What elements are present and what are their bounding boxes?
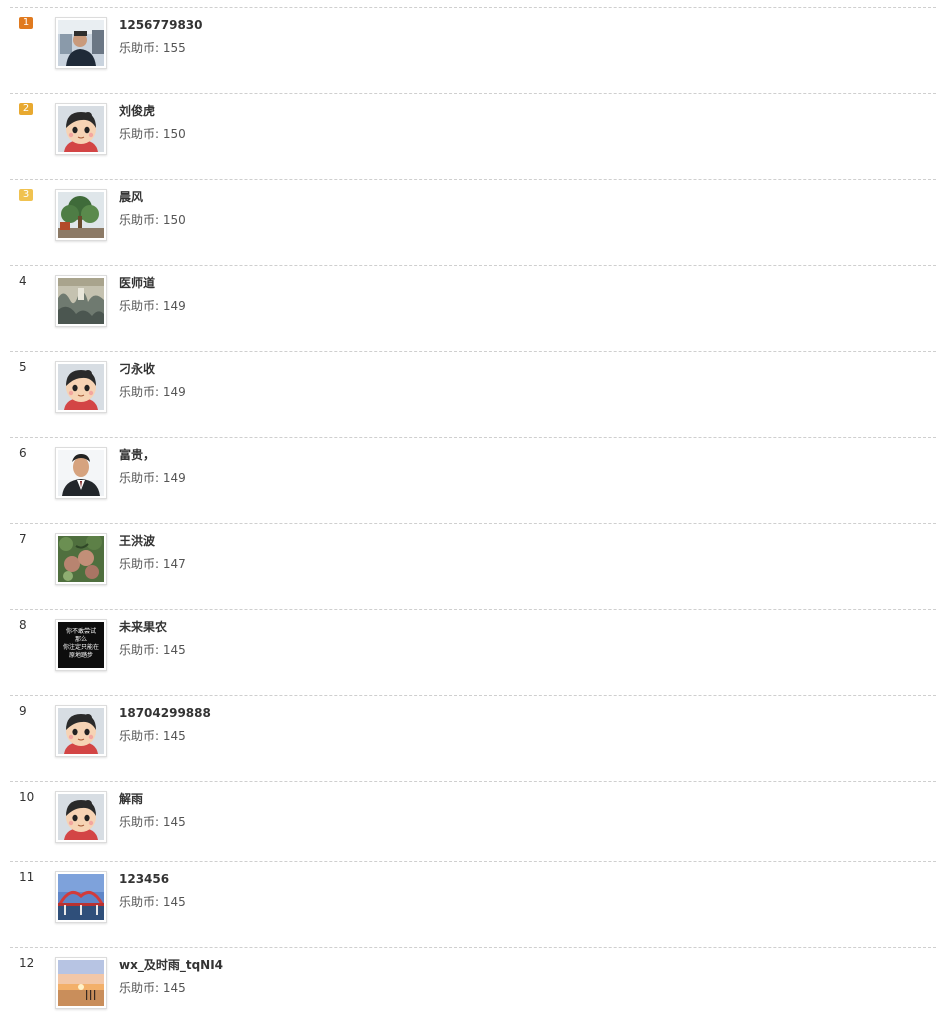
coins-value: 乐助币: 155 bbox=[119, 41, 186, 55]
rank-number: 8 bbox=[19, 618, 27, 632]
coins-value: 乐助币: 145 bbox=[119, 729, 186, 743]
avatar-photo-man-car-icon[interactable] bbox=[55, 17, 107, 69]
user-name[interactable]: 刘俊虎 bbox=[119, 103, 155, 119]
list-item: 12 wx_及时雨_tqNI4 乐助币: 145 bbox=[10, 947, 936, 1009]
avatar-landscape-painting-icon[interactable] bbox=[55, 275, 107, 327]
user-name[interactable]: 解雨 bbox=[119, 791, 143, 807]
coins-value: 乐助币: 145 bbox=[119, 815, 186, 829]
user-name[interactable]: 1256779830 bbox=[119, 17, 203, 33]
coins-value: 乐助币: 150 bbox=[119, 213, 186, 227]
coins-value: 乐助币: 149 bbox=[119, 385, 186, 399]
user-name[interactable]: 王洪波 bbox=[119, 533, 155, 549]
avatar-default-cartoon-icon[interactable] bbox=[55, 791, 107, 843]
list-item: 5 刁永收 乐助币: 149 bbox=[10, 351, 936, 413]
user-name[interactable]: 晨风 bbox=[119, 189, 143, 205]
list-item: 10 解雨 乐助币: 145 bbox=[10, 781, 936, 843]
coins-value: 乐助币: 149 bbox=[119, 471, 186, 485]
avatar-photo-tree-icon[interactable] bbox=[55, 189, 107, 241]
rank-badge-gold: 1 bbox=[19, 17, 33, 29]
svg-text:原地踏步: 原地踏步 bbox=[69, 651, 93, 659]
avatar-default-cartoon-icon[interactable] bbox=[55, 103, 107, 155]
list-item: 3 晨风 乐助币: 150 bbox=[10, 179, 936, 241]
rank-number: 12 bbox=[19, 956, 35, 970]
svg-text:你不敢尝试: 你不敢尝试 bbox=[66, 627, 96, 635]
list-item: 2 刘俊虎 乐助币: 150 bbox=[10, 93, 936, 155]
avatar-default-cartoon-icon[interactable] bbox=[55, 705, 107, 757]
rank-number: 9 bbox=[19, 704, 27, 718]
rank-number: 5 bbox=[19, 360, 27, 374]
list-item: 11 123456 乐助币: 145 bbox=[10, 861, 936, 923]
rank-number: 11 bbox=[19, 870, 35, 884]
user-name[interactable]: 医师道 bbox=[119, 275, 155, 291]
svg-text:你注定只能在: 你注定只能在 bbox=[63, 643, 99, 651]
list-item: 7 王洪波 乐助币: 147 bbox=[10, 523, 936, 585]
rank-number: 6 bbox=[19, 446, 27, 460]
coins-value: 乐助币: 147 bbox=[119, 557, 186, 571]
list-item: 4 医师道 乐助币: 149 bbox=[10, 265, 936, 327]
avatar-photo-portrait-icon[interactable] bbox=[55, 447, 107, 499]
list-item: 1 1256779830 乐助币: 155 bbox=[10, 7, 936, 69]
avatar-text-black-icon[interactable]: 你不敢尝试 那么 你注定只能在 原地踏步 bbox=[55, 619, 107, 671]
rank-number: 7 bbox=[19, 532, 27, 546]
avatar-default-cartoon-icon[interactable] bbox=[55, 361, 107, 413]
user-name[interactable]: 123456 bbox=[119, 871, 169, 887]
user-name[interactable]: 刁永收 bbox=[119, 361, 155, 377]
user-name[interactable]: 18704299888 bbox=[119, 705, 211, 721]
list-item: 8 你不敢尝试 那么 你注定只能在 原地踏步 未来果农 乐助币: 145 bbox=[10, 609, 936, 671]
avatar-photo-fruit-icon[interactable] bbox=[55, 533, 107, 585]
rank-number: 10 bbox=[19, 790, 35, 804]
avatar-photo-bridge-icon[interactable] bbox=[55, 871, 107, 923]
coins-value: 乐助币: 145 bbox=[119, 981, 186, 995]
user-name[interactable]: 未来果农 bbox=[119, 619, 167, 635]
coins-value: 乐助币: 145 bbox=[119, 643, 186, 657]
user-name[interactable]: 富贵， bbox=[119, 447, 155, 463]
coins-value: 乐助币: 149 bbox=[119, 299, 186, 313]
list-item: 9 18704299888 乐助币: 145 bbox=[10, 695, 936, 757]
rank-badge-bronze: 3 bbox=[19, 189, 33, 201]
user-name[interactable]: wx_及时雨_tqNI4 bbox=[119, 957, 223, 973]
rank-number: 4 bbox=[19, 274, 27, 288]
avatar-photo-sunset-icon[interactable] bbox=[55, 957, 107, 1009]
rank-badge-silver: 2 bbox=[19, 103, 33, 115]
list-item: 6 富贵， 乐助币: 149 bbox=[10, 437, 936, 499]
coins-value: 乐助币: 150 bbox=[119, 127, 186, 141]
coins-value: 乐助币: 145 bbox=[119, 895, 186, 909]
svg-text:那么: 那么 bbox=[75, 635, 87, 643]
